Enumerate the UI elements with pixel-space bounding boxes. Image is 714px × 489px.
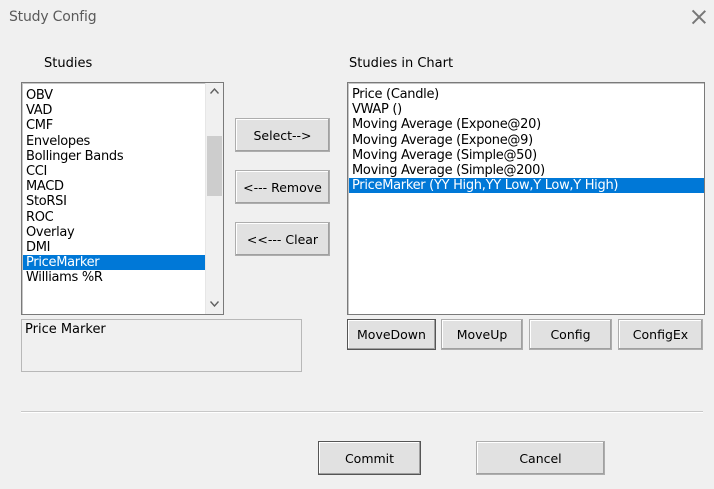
config-ex-button[interactable]: ConfigEx [618, 319, 703, 350]
separator [21, 411, 703, 413]
scrollbar-thumb[interactable] [207, 136, 222, 196]
chart-studies-listbox[interactable]: Price (Candle) VWAP () Moving Average (E… [347, 82, 705, 315]
list-item[interactable]: Moving Average (Expone@20) [349, 117, 704, 132]
list-item-selected[interactable]: PriceMarker (YY High,YY Low,Y Low,Y High… [349, 178, 704, 194]
study-description: Price Marker [21, 319, 302, 372]
list-item[interactable]: Price (Candle) [349, 87, 704, 102]
move-up-button[interactable]: MoveUp [441, 319, 523, 350]
studies-listbox[interactable]: OBV VAD CMF Envelopes Bollinger Bands CC… [21, 82, 224, 315]
clear-button[interactable]: <<--- Clear [235, 222, 330, 256]
remove-button[interactable]: <--- Remove [235, 170, 330, 204]
studies-scrollbar[interactable] [205, 83, 223, 314]
list-item[interactable]: Overlay [23, 225, 205, 240]
studies-in-chart-label: Studies in Chart [349, 56, 454, 71]
close-icon[interactable] [692, 10, 706, 24]
move-down-button[interactable]: MoveDown [347, 319, 436, 350]
scroll-down-icon[interactable] [206, 297, 223, 313]
scroll-up-icon[interactable] [206, 84, 223, 100]
list-item[interactable]: Bollinger Bands [23, 149, 205, 164]
list-item[interactable]: StoRSI [23, 194, 205, 209]
list-item-selected[interactable]: PriceMarker [23, 255, 205, 271]
list-item[interactable]: Moving Average (Simple@200) [349, 163, 704, 178]
studies-label: Studies [44, 56, 93, 71]
list-item[interactable]: VAD [23, 103, 205, 118]
select-button[interactable]: Select--> [235, 118, 330, 152]
list-item[interactable]: Envelopes [23, 134, 205, 149]
list-item[interactable]: Moving Average (Expone@9) [349, 133, 704, 148]
list-item[interactable]: Williams %R [23, 270, 205, 285]
list-item[interactable]: ROC [23, 210, 205, 225]
window-title: Study Config [9, 9, 97, 25]
list-item[interactable]: CMF [23, 118, 205, 133]
config-button[interactable]: Config [529, 319, 612, 350]
list-item[interactable]: OBV [23, 88, 205, 103]
cancel-button[interactable]: Cancel [476, 441, 605, 475]
commit-button[interactable]: Commit [318, 441, 421, 475]
list-item[interactable]: VWAP () [349, 102, 704, 117]
list-item[interactable]: DMI [23, 240, 205, 255]
list-item[interactable]: CCI [23, 164, 205, 179]
list-item[interactable]: MACD [23, 179, 205, 194]
list-item[interactable]: Moving Average (Simple@50) [349, 148, 704, 163]
